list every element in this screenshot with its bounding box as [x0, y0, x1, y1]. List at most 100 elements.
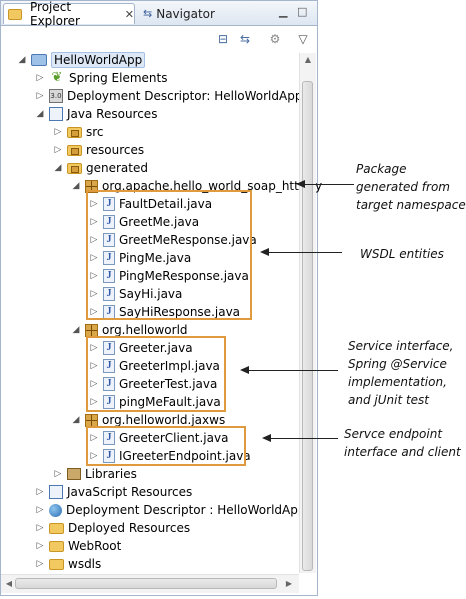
collapsed-arrow-icon[interactable]: ▷: [35, 559, 45, 569]
annotation-line: Spring @Service: [348, 357, 447, 371]
navigator-icon: ⇆: [143, 7, 153, 20]
expanded-arrow-icon[interactable]: ◢: [71, 415, 81, 425]
tree-item[interactable]: ▷ wsdls: [35, 555, 102, 573]
tree-item-label: org.helloworld.jaxws: [102, 413, 226, 427]
tab-navigator-label: Navigator: [156, 6, 215, 21]
collapsed-arrow-icon[interactable]: ▷: [53, 469, 63, 479]
tree-item-label: resources: [86, 143, 145, 157]
collapsed-arrow-icon[interactable]: ▷: [53, 145, 63, 155]
expanded-arrow-icon[interactable]: ◢: [71, 325, 81, 335]
collapsed-arrow-icon[interactable]: ▷: [35, 73, 45, 83]
scroll-thumb[interactable]: [302, 81, 313, 571]
package-arrow-line: [302, 184, 354, 185]
project-explorer-icon: [8, 8, 22, 20]
deployed-resources-icon: [49, 522, 64, 534]
service-annotation: Service interface, Spring @Service imple…: [348, 337, 454, 409]
collapsed-arrow-icon[interactable]: ▷: [35, 505, 45, 515]
view-toolbar: ⊟ ⇆ ⚙ ▽: [1, 26, 317, 52]
package-annotation: Package generated from target namespace: [356, 160, 466, 214]
wsdl-arrowhead-icon: [260, 248, 269, 256]
endpoint-annotation: Servce endpoint interface and client: [344, 425, 461, 461]
wsdl-annotation: WSDL entities: [360, 245, 444, 263]
package-icon: [85, 413, 98, 427]
folder-icon: [49, 540, 64, 552]
tree-item[interactable]: ▷ 3.0 Deployment Descriptor: HelloWorldA…: [35, 87, 302, 105]
tree-item[interactable]: ▷ resources: [53, 141, 145, 159]
service-arrow-line: [246, 370, 338, 371]
endpoint-arrowhead-icon: [262, 434, 271, 442]
tree-item-label: Deployment Descriptor : HelloWorldApp: [66, 503, 306, 517]
collapse-all-icon[interactable]: ⊟: [215, 32, 231, 46]
globe-icon: [49, 503, 62, 517]
wsdl-entities-highlight-box: [86, 190, 252, 320]
package-arrowhead-icon: [296, 180, 305, 188]
java-resources-icon: [49, 107, 63, 121]
horizontal-scrollbar[interactable]: ◀ ▶: [1, 574, 299, 593]
tree-item[interactable]: ▷ Deployed Resources: [35, 519, 191, 537]
endpoint-highlight-box: [86, 426, 246, 466]
scroll-up-icon[interactable]: ▲: [300, 53, 316, 67]
tree-item-label: src: [86, 125, 104, 139]
tree-item[interactable]: ▷ src: [53, 123, 104, 141]
tab-navigator[interactable]: ⇆ Navigator: [139, 3, 249, 24]
tab-project-explorer[interactable]: Project Explorer ✕: [3, 0, 135, 28]
tree-item-label: generated: [86, 161, 148, 175]
tree-item-label: Libraries: [85, 467, 137, 481]
tree-item[interactable]: ◢ generated: [53, 159, 148, 177]
annotation-line: Service interface,: [348, 339, 454, 353]
annotation-line: interface and client: [344, 445, 461, 459]
annotation-line: implementation,: [348, 375, 447, 389]
folder-icon: [49, 558, 64, 570]
source-folder-icon: [67, 162, 82, 174]
collapsed-arrow-icon[interactable]: ▷: [35, 487, 45, 497]
collapsed-arrow-icon[interactable]: ▷: [35, 523, 45, 533]
view-tab-bar: Project Explorer ✕ ⇆ Navigator ▁ □: [1, 0, 317, 28]
scroll-right-icon[interactable]: ▶: [281, 577, 297, 591]
view-menu-icon[interactable]: ▽: [295, 32, 311, 46]
expanded-arrow-icon[interactable]: ◢: [35, 109, 45, 119]
deployment-descriptor-icon: 3.0: [49, 89, 63, 103]
annotation-line: WSDL entities: [360, 247, 444, 261]
service-highlight-box: [86, 336, 226, 412]
vertical-scrollbar[interactable]: ▲: [299, 53, 316, 573]
tree-item[interactable]: ▷ WebRoot: [35, 537, 122, 555]
maximize-icon[interactable]: □: [297, 5, 307, 18]
libraries-icon: [67, 468, 81, 480]
javascript-resources-icon: [49, 485, 63, 499]
tree-item-project[interactable]: ◢ HelloWorldApp: [17, 51, 146, 69]
link-editor-icon[interactable]: ⇆: [237, 32, 253, 46]
web-project-icon: [31, 54, 47, 66]
collapsed-arrow-icon[interactable]: ▷: [35, 541, 45, 551]
tree-item[interactable]: ◢ Java Resources: [35, 105, 157, 123]
source-folder-icon: [67, 126, 82, 138]
expanded-arrow-icon[interactable]: ◢: [53, 163, 63, 173]
annotation-line: generated from: [356, 180, 450, 194]
collapsed-arrow-icon[interactable]: ▷: [53, 127, 63, 137]
annotation-line: Package: [356, 162, 407, 176]
tree-item[interactable]: ▷ Libraries: [53, 465, 137, 483]
tree-item-label: Deployment Descriptor: HelloWorldApp: [67, 89, 303, 103]
package-icon: [85, 323, 98, 337]
tree-item-label: JavaScript Resources: [67, 485, 193, 499]
tree-item-label: Java Resources: [67, 107, 158, 121]
tree-item[interactable]: ▷ JavaScript Resources: [35, 483, 192, 501]
tree-item-label: HelloWorldApp: [51, 52, 146, 68]
tree-item[interactable]: ▷ Deployment Descriptor : HelloWorldApp: [35, 501, 306, 519]
tree-item-label: Deployed Resources: [68, 521, 191, 535]
minimize-icon[interactable]: ▁: [279, 5, 287, 18]
filters-icon[interactable]: ⚙: [267, 32, 283, 46]
horizontal-scroll-thumb[interactable]: [15, 578, 277, 589]
collapsed-arrow-icon[interactable]: ▷: [35, 91, 45, 101]
expanded-arrow-icon[interactable]: ◢: [71, 181, 81, 191]
service-arrowhead-icon: [240, 366, 249, 374]
tree-item-label: wsdls: [68, 557, 102, 571]
tree-item[interactable]: ▷ ❦ Spring Elements: [35, 69, 168, 87]
close-icon[interactable]: ✕: [125, 8, 134, 21]
expanded-arrow-icon[interactable]: ◢: [17, 55, 27, 65]
tree-item-label: Spring Elements: [69, 71, 168, 85]
tab-project-explorer-label: Project Explorer: [30, 0, 80, 28]
tree-item-label: WebRoot: [68, 539, 122, 553]
annotation-line: Servce endpoint: [344, 427, 443, 441]
source-folder-icon: [67, 144, 82, 156]
spring-leaf-icon: ❦: [51, 70, 63, 85]
